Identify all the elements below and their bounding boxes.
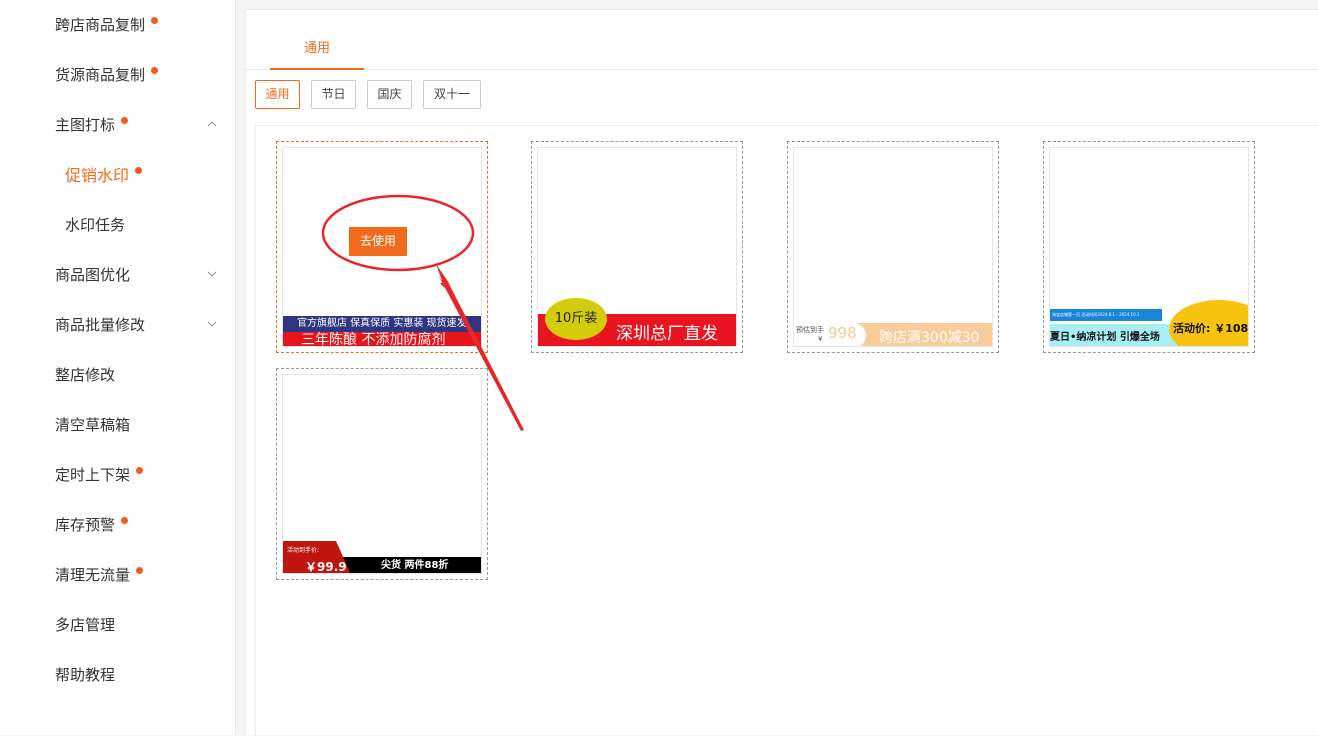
sidebar-item-label: 跨店商品复制 <box>55 15 146 34</box>
watermark-banner-bottom: 三年陈酿 不添加防腐剂 <box>283 332 481 346</box>
sidebar-item-image-optimize[interactable]: 商品图优化 <box>55 259 130 289</box>
filter-holiday[interactable]: 节日 <box>311 80 356 109</box>
template-card[interactable]: 10斤装 深圳总厂直发 <box>531 141 743 353</box>
sidebar-item-label: 清理无流量 <box>55 565 131 584</box>
sidebar-item-label: 定时上下架 <box>55 465 131 484</box>
template-card[interactable]: 去使用 官方旗舰店 保真保质 实惠装 现货速发 三年陈酿 不添加防腐剂 <box>276 141 488 353</box>
sidebar-item-label: 商品批量修改 <box>55 315 146 334</box>
watermark-text: 跨店满300减30 <box>879 330 980 346</box>
sidebar-item-main-image-tag[interactable]: 主图打标 <box>55 109 129 139</box>
sidebar-item-stock-alert[interactable]: 库存预警 <box>55 509 129 539</box>
watermark-price-label: 活动到手价: <box>287 547 320 554</box>
sidebar-item-label: 水印任务 <box>65 215 126 234</box>
watermark-currency: ¥ <box>818 335 823 343</box>
chevron-down-icon[interactable] <box>207 319 217 329</box>
watermark-price: ￥99.9 <box>305 560 347 574</box>
watermark-price-label: 预估到手 <box>796 326 824 334</box>
template-preview: 淘宝店铺第一页 活动时间2024.8.1 - 2024.10.1 夏日•纳凉计划… <box>1049 147 1249 347</box>
sidebar-item-store-edit[interactable]: 整店修改 <box>55 359 115 389</box>
new-dot-icon <box>136 566 144 574</box>
template-grid: 去使用 官方旗舰店 保真保质 实惠装 现货速发 三年陈酿 不添加防腐剂 10斤装… <box>255 125 1318 736</box>
watermark-price: 活动价: ￥108 <box>1173 322 1249 335</box>
filter-national-day[interactable]: 国庆 <box>367 80 412 109</box>
sidebar-item-label: 帮助教程 <box>55 665 116 684</box>
watermark-small-text: 淘宝店铺第一页 活动时间2024.8.1 - 2024.10.1 <box>1050 309 1162 321</box>
sidebar-item-label: 多店管理 <box>55 615 116 634</box>
sidebar-item-label: 主图打标 <box>55 115 116 134</box>
sidebar-item-watermark-tasks[interactable]: 水印任务 <box>65 209 125 239</box>
new-dot-icon <box>136 466 144 474</box>
sidebar-item-label: 货源商品复制 <box>55 65 146 84</box>
new-dot-icon <box>151 66 159 74</box>
template-preview: 10斤装 深圳总厂直发 <box>537 147 737 347</box>
filter-general[interactable]: 通用 <box>255 80 300 109</box>
watermark-banner-top: 官方旗舰店 保真保质 实惠装 现货速发 <box>283 316 481 332</box>
watermark-text: 夏日•纳凉计划 引爆全场 <box>1050 332 1160 343</box>
sidebar-item-promo-watermark[interactable]: 促销水印 <box>65 159 143 189</box>
template-preview: 尖货 两件88折 活动到手价: ￥99.9 <box>282 374 482 574</box>
watermark-price: 998 <box>828 324 857 342</box>
template-card[interactable]: 淘宝店铺第一页 活动时间2024.8.1 - 2024.10.1 夏日•纳凉计划… <box>1043 141 1255 353</box>
watermark-text: 尖货 两件88折 <box>343 557 481 573</box>
sidebar-item-label: 库存预警 <box>55 515 116 534</box>
watermark-badge: 10斤装 <box>545 298 607 340</box>
sidebar-item-help[interactable]: 帮助教程 <box>55 659 115 689</box>
sidebar-item-batch-edit[interactable]: 商品批量修改 <box>55 309 145 339</box>
chevron-down-icon[interactable] <box>207 269 217 279</box>
sidebar-item-multi-store[interactable]: 多店管理 <box>55 609 115 639</box>
sidebar-item-label: 促销水印 <box>65 166 130 185</box>
tab-bar: 通用 <box>246 10 1318 70</box>
main-panel: 通用 通用 节日 国庆 双十一 去使用 官方旗舰店 保真保质 实惠装 现货速发 … <box>245 9 1318 736</box>
sidebar: 跨店商品复制 货源商品复制 主图打标 促销水印 水印任务 商品图优化 商品批量修… <box>0 0 236 735</box>
template-preview: 预估到手 ¥ 998 跨店满300减30 <box>793 147 993 347</box>
sidebar-item-clean-no-traffic[interactable]: 清理无流量 <box>55 559 144 589</box>
new-dot-icon <box>151 16 159 24</box>
template-card[interactable]: 尖货 两件88折 活动到手价: ￥99.9 <box>276 368 488 580</box>
sidebar-item-label: 商品图优化 <box>55 265 131 284</box>
new-dot-icon <box>121 116 129 124</box>
new-dot-icon <box>135 166 143 174</box>
new-dot-icon <box>121 516 129 524</box>
chevron-up-icon[interactable] <box>207 119 217 129</box>
sidebar-item-clear-drafts[interactable]: 清空草稿箱 <box>55 409 130 439</box>
sidebar-item-source-copy[interactable]: 货源商品复制 <box>55 59 159 89</box>
watermark-text: 深圳总厂直发 <box>616 324 718 344</box>
template-preview: 去使用 官方旗舰店 保真保质 实惠装 现货速发 三年陈酿 不添加防腐剂 <box>282 147 482 347</box>
tab-general[interactable]: 通用 <box>270 38 364 70</box>
sidebar-item-scheduled-listing[interactable]: 定时上下架 <box>55 459 144 489</box>
sidebar-item-label: 整店修改 <box>55 365 116 384</box>
sidebar-item-label: 清空草稿箱 <box>55 415 131 434</box>
template-card[interactable]: 预估到手 ¥ 998 跨店满300减30 <box>787 141 999 353</box>
use-template-button[interactable]: 去使用 <box>349 227 407 256</box>
sidebar-item-cross-store-copy[interactable]: 跨店商品复制 <box>55 9 159 39</box>
filter-double-eleven[interactable]: 双十一 <box>423 80 481 109</box>
